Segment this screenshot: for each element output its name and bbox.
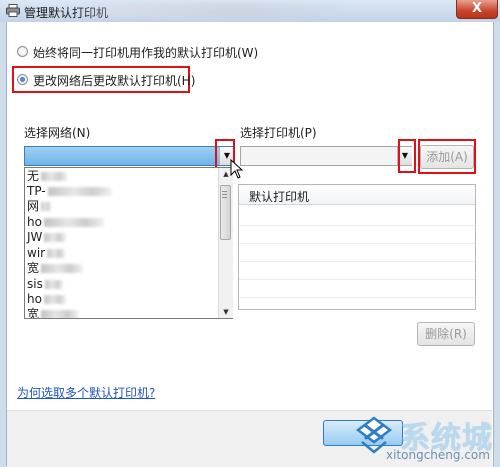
printer-icon [6,4,20,17]
close-button[interactable]: X [456,0,498,19]
list-item[interactable]: JW [27,229,67,245]
list-item[interactable]: 宽 [27,260,84,276]
radio-always-same-printer[interactable] [17,46,28,57]
scrollbar-grip [222,191,227,198]
list-item[interactable]: 无 [27,168,68,184]
network-list-scrollbar[interactable]: ▲ ▼ [218,168,233,318]
list-item[interactable]: 宽 [27,306,80,318]
default-printers-table[interactable]: 默认打印机 [238,184,476,310]
watermark-url: xitongcheng.com [386,448,490,462]
list-item[interactable]: TP- [27,183,112,199]
network-dropdown-list[interactable]: 无 TP- 网 ho JW wir 宽 sis ho 宽 [24,167,233,319]
title-bar[interactable]: 管理默认打印机 X [0,0,500,22]
help-link[interactable]: 为何选取多个默认打印机? [17,384,155,401]
table-row-divider [239,279,475,280]
scroll-down-icon[interactable]: ▼ [219,306,233,318]
title-bar-blur [70,3,350,17]
list-item[interactable]: sis [27,276,63,292]
table-row-divider [239,225,475,226]
list-item[interactable]: wir [27,245,66,261]
network-select-label: 选择网络(N) [24,126,91,140]
close-icon: X [471,1,483,16]
table-header[interactable]: 默认打印机 [239,185,475,205]
remove-button[interactable]: 删除(R) [417,322,475,346]
list-item[interactable]: ho [27,214,104,230]
table-row-divider [239,243,475,244]
mouse-cursor-icon [230,159,244,179]
table-row-divider [239,297,475,298]
radio-change-with-network-label[interactable]: 更改网络后更改默认打印机(H) [33,72,195,89]
annotation-highlight-printer-arrow [398,139,416,173]
printer-select-label: 选择打印机(P) [240,126,317,140]
radio-always-same-printer-label[interactable]: 始终将同一打印机用作我的默认打印机(W) [33,44,258,61]
table-row-divider [239,261,475,262]
column-header-default-printer: 默认打印机 [249,190,310,204]
network-select[interactable] [24,146,234,166]
list-item[interactable]: 网 [27,198,52,214]
list-item[interactable]: ho [27,291,66,307]
printer-select[interactable] [240,146,412,166]
radio-change-with-network[interactable] [17,74,28,85]
annotation-highlight-add [418,139,476,174]
